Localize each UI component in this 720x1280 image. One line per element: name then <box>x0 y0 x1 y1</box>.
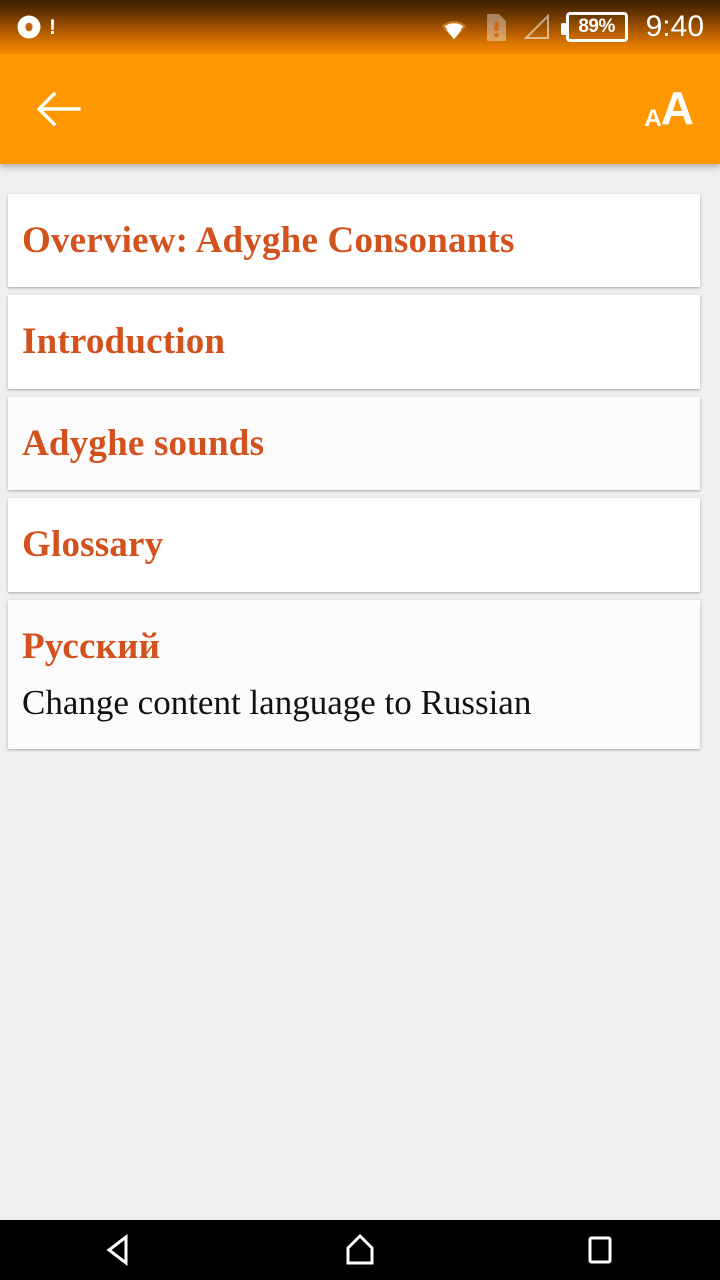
nav-back-button[interactable] <box>60 1220 180 1280</box>
wifi-icon <box>437 14 471 41</box>
content-list: Overview: Adyghe Consonants Introduction… <box>0 164 720 1220</box>
back-button[interactable] <box>18 69 98 149</box>
text-size-small-a: A <box>644 105 662 133</box>
battery-level-label: 89% <box>578 16 615 37</box>
list-item[interactable]: Introduction <box>8 295 700 389</box>
battery-icon: 89% <box>560 12 628 42</box>
card-title: Glossary <box>22 524 164 566</box>
card-subtitle: Change content language to Russian <box>22 683 532 723</box>
phone-screen: ! 89% 9:40 A A Overview: Adyghe Consonan… <box>0 0 720 1280</box>
disc-alert-icon <box>16 14 42 40</box>
android-nav-bar <box>0 1220 720 1280</box>
back-arrow-icon <box>35 91 81 127</box>
nav-recents-button[interactable] <box>540 1220 660 1280</box>
sim-alert-icon <box>485 12 508 42</box>
status-bar-notifications: ! <box>0 14 437 40</box>
nav-home-button[interactable] <box>300 1220 420 1280</box>
text-size-large-a: A <box>660 82 694 135</box>
card-title: Introduction <box>22 321 226 363</box>
app-bar: A A <box>0 54 720 164</box>
nav-home-icon <box>343 1233 377 1267</box>
list-item[interactable]: Glossary <box>8 498 700 592</box>
text-size-button[interactable]: A A <box>644 82 694 135</box>
status-bar-clock: 9:40 <box>645 10 704 43</box>
status-bar-indicators: 89% 9:40 <box>437 10 720 44</box>
notification-badge: ! <box>49 15 56 39</box>
status-bar: ! 89% 9:40 <box>0 0 720 54</box>
nav-recents-square-icon <box>583 1233 617 1267</box>
list-item[interactable]: Overview: Adyghe Consonants <box>8 194 700 288</box>
card-title: Overview: Adyghe Consonants <box>22 220 515 261</box>
card-title: Русский <box>22 625 161 667</box>
nav-back-triangle-icon <box>103 1233 137 1267</box>
list-item[interactable]: Adyghe sounds <box>8 396 700 491</box>
card-title: Adyghe sounds <box>22 422 265 464</box>
cellular-signal-icon <box>522 13 552 40</box>
list-item-language[interactable]: Русский Change content language to Russi… <box>8 599 700 750</box>
